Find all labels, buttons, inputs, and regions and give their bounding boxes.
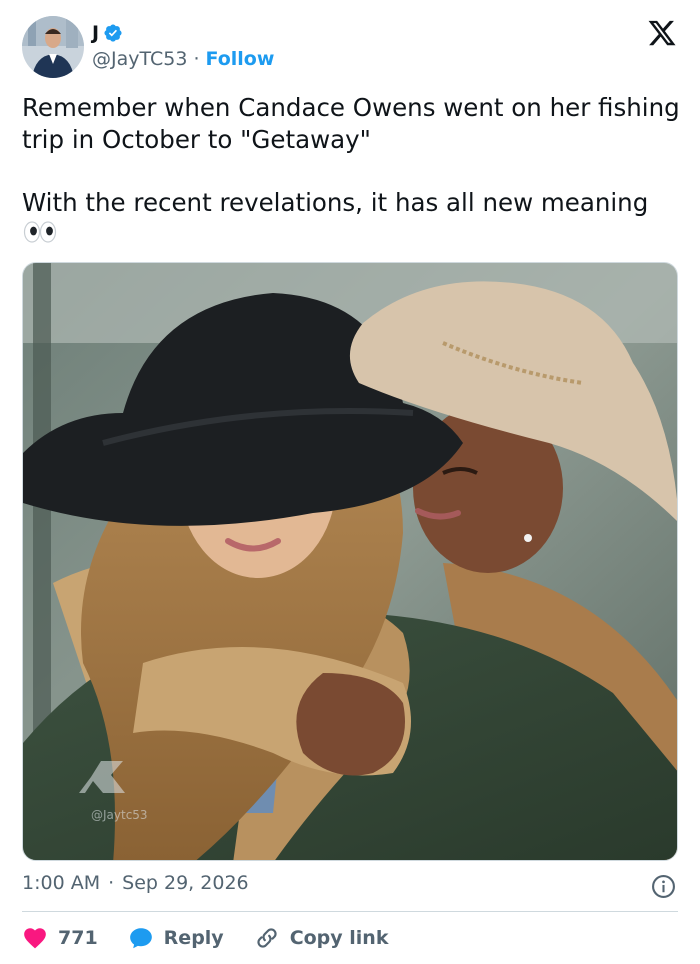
reply-bubble-icon — [129, 928, 152, 949]
tweet-time[interactable]: 1:00 AM — [22, 872, 100, 894]
tweet-photo[interactable]: @Jaytc53 — [22, 262, 678, 861]
x-logo-icon[interactable] — [646, 18, 678, 48]
author-name-row: J — [92, 22, 123, 44]
tweet-text: Remember when Candace Owens went on her … — [22, 93, 680, 217]
eyes-emoji-icon — [23, 221, 57, 243]
author-handle-row: @JayTC53 · Follow — [92, 48, 274, 70]
follow-button[interactable]: Follow — [205, 48, 274, 70]
handle-separator: · — [193, 48, 200, 70]
like-count: 771 — [58, 927, 98, 949]
author-handle[interactable]: @JayTC53 — [92, 48, 187, 70]
verified-badge-icon — [104, 24, 122, 42]
divider — [22, 911, 678, 912]
author-name[interactable]: J — [92, 22, 99, 44]
heart-icon — [24, 928, 46, 949]
photo-watermark: @Jaytc53 — [91, 808, 148, 822]
tweet-date[interactable]: Sep 29, 2026 — [122, 872, 248, 894]
author-avatar[interactable] — [22, 16, 84, 78]
meta-separator: · — [108, 872, 115, 894]
link-icon — [257, 928, 277, 948]
info-icon[interactable] — [651, 874, 676, 899]
tweet-meta: 1:00 AM · Sep 29, 2026 — [22, 872, 249, 894]
like-button[interactable]: 771 — [22, 925, 98, 951]
copy-link-button[interactable]: Copy link — [254, 925, 389, 951]
reply-label: Reply — [163, 927, 224, 949]
copy-link-label: Copy link — [289, 927, 389, 949]
reply-button[interactable]: Reply — [128, 925, 224, 951]
tweet-actions: 771 Reply Copy link — [22, 922, 418, 954]
tweet-card: J @JayTC53 · Follow Remember when Candac… — [0, 0, 700, 964]
